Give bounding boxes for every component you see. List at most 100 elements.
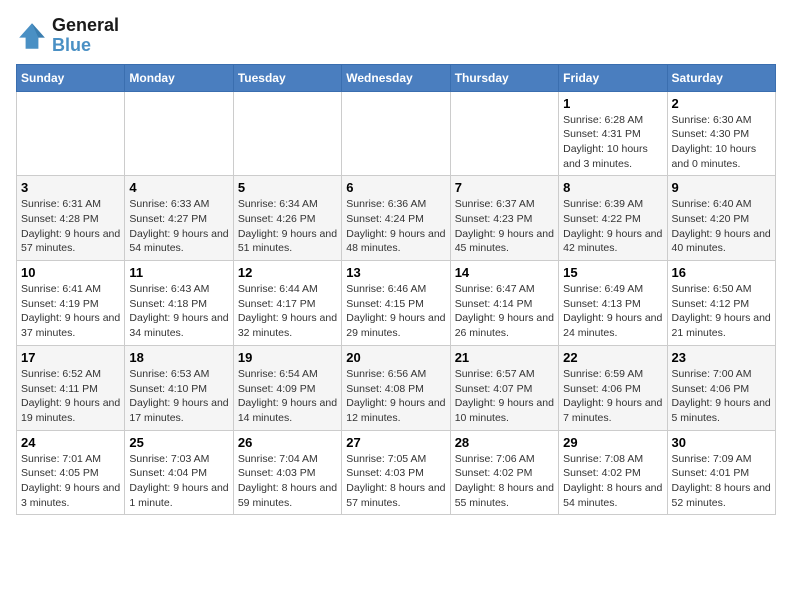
logo: General Blue (16, 16, 119, 56)
calendar-cell: 12Sunrise: 6:44 AM Sunset: 4:17 PM Dayli… (233, 261, 341, 346)
calendar-cell: 26Sunrise: 7:04 AM Sunset: 4:03 PM Dayli… (233, 430, 341, 515)
calendar-cell: 18Sunrise: 6:53 AM Sunset: 4:10 PM Dayli… (125, 345, 233, 430)
day-info: Sunrise: 7:08 AM Sunset: 4:02 PM Dayligh… (563, 452, 662, 511)
day-number: 14 (455, 265, 554, 280)
weekday-label: Monday (125, 64, 233, 91)
day-number: 1 (563, 96, 662, 111)
day-number: 8 (563, 180, 662, 195)
day-number: 3 (21, 180, 120, 195)
calendar-cell: 22 Sunrise: 6:59 AM Sunset: 4:06 PM Dayli… (559, 345, 667, 430)
day-number: 5 (238, 180, 337, 195)
day-info: Sunrise: 7:01 AM Sunset: 4:05 PM Dayligh… (21, 452, 120, 511)
day-info: Sunrise: 7:03 AM Sunset: 4:04 PM Dayligh… (129, 452, 228, 511)
weekday-label: Sunday (17, 64, 125, 91)
calendar-cell: 16 Sunrise: 6:50 AM Sunset: 4:12 PM Dayli… (667, 261, 775, 346)
day-number: 4 (129, 180, 228, 195)
calendar-cell: 17 Sunrise: 6:52 AM Sunset: 4:11 PM Dayli… (17, 345, 125, 430)
calendar-cell: 25 Sunrise: 7:03 AM Sunset: 4:04 PM Dayli… (125, 430, 233, 515)
calendar-cell: 5Sunrise: 6:34 AM Sunset: 4:26 PM Daylig… (233, 176, 341, 261)
day-number: 15 (563, 265, 662, 280)
day-number: 16 (672, 265, 771, 280)
calendar-cell: 6 Sunrise: 6:36 AM Sunset: 4:24 PM Daylig… (342, 176, 450, 261)
day-info: Sunrise: 6:46 AM Sunset: 4:15 PM Dayligh… (346, 282, 445, 341)
calendar-cell (233, 91, 341, 176)
calendar-cell: 7 Sunrise: 6:37 AM Sunset: 4:23 PM Daylig… (450, 176, 558, 261)
day-number: 7 (455, 180, 554, 195)
weekday-label: Thursday (450, 64, 558, 91)
day-info: Sunrise: 6:40 AM Sunset: 4:20 PM Dayligh… (672, 197, 771, 256)
day-info: Sunrise: 6:44 AM Sunset: 4:17 PM Dayligh… (238, 282, 337, 341)
calendar-cell (125, 91, 233, 176)
calendar-cell: 10 Sunrise: 6:41 AM Sunset: 4:19 PM Dayli… (17, 261, 125, 346)
day-info: Sunrise: 6:28 AM Sunset: 4:31 PM Dayligh… (563, 113, 662, 172)
day-info: Sunrise: 6:53 AM Sunset: 4:10 PM Dayligh… (129, 367, 228, 426)
calendar-cell: 29 Sunrise: 7:08 AM Sunset: 4:02 PM Dayli… (559, 430, 667, 515)
day-number: 27 (346, 435, 445, 450)
day-info: Sunrise: 6:54 AM Sunset: 4:09 PM Dayligh… (238, 367, 337, 426)
calendar-cell: 3 Sunrise: 6:31 AM Sunset: 4:28 PM Daylig… (17, 176, 125, 261)
day-info: Sunrise: 6:52 AM Sunset: 4:11 PM Dayligh… (21, 367, 120, 426)
calendar-cell: 21 Sunrise: 6:57 AM Sunset: 4:07 PM Dayli… (450, 345, 558, 430)
day-info: Sunrise: 6:36 AM Sunset: 4:24 PM Dayligh… (346, 197, 445, 256)
calendar-cell: 2 Sunrise: 6:30 AM Sunset: 4:30 PM Daylig… (667, 91, 775, 176)
day-info: Sunrise: 6:47 AM Sunset: 4:14 PM Dayligh… (455, 282, 554, 341)
calendar-cell: 11Sunrise: 6:43 AM Sunset: 4:18 PM Dayli… (125, 261, 233, 346)
day-number: 29 (563, 435, 662, 450)
calendar-cell (450, 91, 558, 176)
calendar-cell: 24 Sunrise: 7:01 AM Sunset: 4:05 PM Dayli… (17, 430, 125, 515)
calendar-cell: 30 Sunrise: 7:09 AM Sunset: 4:01 PM Dayli… (667, 430, 775, 515)
day-number: 28 (455, 435, 554, 450)
page-header: General Blue (16, 16, 776, 56)
calendar-cell: 20Sunrise: 6:56 AM Sunset: 4:08 PM Dayli… (342, 345, 450, 430)
calendar-cell: 28 Sunrise: 7:06 AM Sunset: 4:02 PM Dayli… (450, 430, 558, 515)
day-number: 25 (129, 435, 228, 450)
calendar-body: 1 Sunrise: 6:28 AM Sunset: 4:31 PM Daylig… (17, 91, 776, 515)
day-info: Sunrise: 6:37 AM Sunset: 4:23 PM Dayligh… (455, 197, 554, 256)
day-info: Sunrise: 7:04 AM Sunset: 4:03 PM Dayligh… (238, 452, 337, 511)
day-info: Sunrise: 7:05 AM Sunset: 4:03 PM Dayligh… (346, 452, 445, 511)
calendar-cell (17, 91, 125, 176)
day-number: 9 (672, 180, 771, 195)
day-info: Sunrise: 6:49 AM Sunset: 4:13 PM Dayligh… (563, 282, 662, 341)
calendar-cell: 27 Sunrise: 7:05 AM Sunset: 4:03 PM Dayli… (342, 430, 450, 515)
calendar-cell (342, 91, 450, 176)
weekday-label: Tuesday (233, 64, 341, 91)
calendar-cell: 15 Sunrise: 6:49 AM Sunset: 4:13 PM Dayli… (559, 261, 667, 346)
calendar-week-row: 1 Sunrise: 6:28 AM Sunset: 4:31 PM Daylig… (17, 91, 776, 176)
day-info: Sunrise: 6:43 AM Sunset: 4:18 PM Dayligh… (129, 282, 228, 341)
day-number: 17 (21, 350, 120, 365)
day-number: 6 (346, 180, 445, 195)
day-number: 19 (238, 350, 337, 365)
calendar-cell: 8 Sunrise: 6:39 AM Sunset: 4:22 PM Daylig… (559, 176, 667, 261)
day-number: 23 (672, 350, 771, 365)
calendar-cell: 14 Sunrise: 6:47 AM Sunset: 4:14 PM Dayli… (450, 261, 558, 346)
day-info: Sunrise: 6:56 AM Sunset: 4:08 PM Dayligh… (346, 367, 445, 426)
weekday-label: Wednesday (342, 64, 450, 91)
day-info: Sunrise: 6:41 AM Sunset: 4:19 PM Dayligh… (21, 282, 120, 341)
calendar-week-row: 24 Sunrise: 7:01 AM Sunset: 4:05 PM Dayli… (17, 430, 776, 515)
day-number: 22 (563, 350, 662, 365)
day-info: Sunrise: 6:30 AM Sunset: 4:30 PM Dayligh… (672, 113, 771, 172)
day-info: Sunrise: 7:09 AM Sunset: 4:01 PM Dayligh… (672, 452, 771, 511)
day-number: 21 (455, 350, 554, 365)
day-info: Sunrise: 6:31 AM Sunset: 4:28 PM Dayligh… (21, 197, 120, 256)
day-info: Sunrise: 6:50 AM Sunset: 4:12 PM Dayligh… (672, 282, 771, 341)
day-info: Sunrise: 7:06 AM Sunset: 4:02 PM Dayligh… (455, 452, 554, 511)
calendar-week-row: 3 Sunrise: 6:31 AM Sunset: 4:28 PM Daylig… (17, 176, 776, 261)
day-info: Sunrise: 6:39 AM Sunset: 4:22 PM Dayligh… (563, 197, 662, 256)
calendar-table: SundayMondayTuesdayWednesdayThursdayFrid… (16, 64, 776, 516)
calendar-week-row: 17 Sunrise: 6:52 AM Sunset: 4:11 PM Dayli… (17, 345, 776, 430)
day-number: 10 (21, 265, 120, 280)
day-info: Sunrise: 6:59 AM Sunset: 4:06 PM Dayligh… (563, 367, 662, 426)
day-number: 30 (672, 435, 771, 450)
calendar-cell: 19 Sunrise: 6:54 AM Sunset: 4:09 PM Dayli… (233, 345, 341, 430)
day-info: Sunrise: 6:57 AM Sunset: 4:07 PM Dayligh… (455, 367, 554, 426)
day-number: 13 (346, 265, 445, 280)
calendar-cell: 13 Sunrise: 6:46 AM Sunset: 4:15 PM Dayli… (342, 261, 450, 346)
day-info: Sunrise: 6:33 AM Sunset: 4:27 PM Dayligh… (129, 197, 228, 256)
day-number: 24 (21, 435, 120, 450)
logo-text: General Blue (52, 16, 119, 56)
day-number: 2 (672, 96, 771, 111)
weekday-label: Saturday (667, 64, 775, 91)
calendar-cell: 1 Sunrise: 6:28 AM Sunset: 4:31 PM Daylig… (559, 91, 667, 176)
